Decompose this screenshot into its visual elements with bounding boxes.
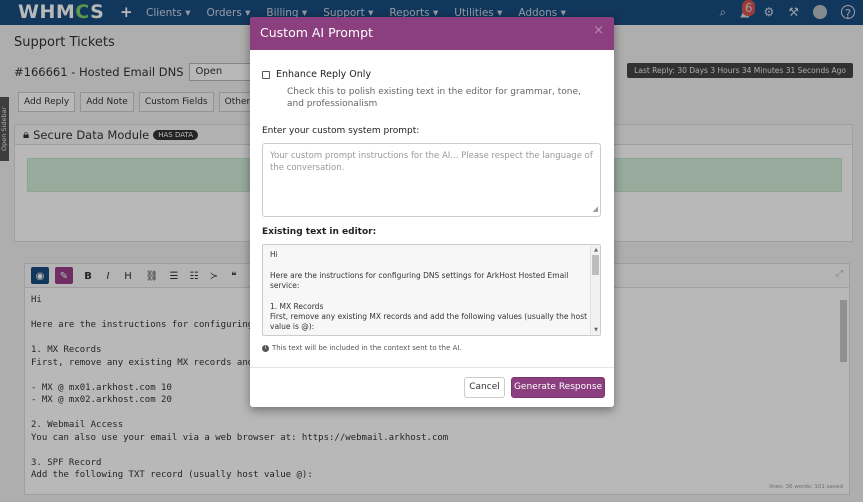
custom-ai-prompt-modal: Custom AI Prompt × Enhance Reply Only Ch… xyxy=(250,17,614,407)
prompt-placeholder: Your custom prompt instructions for the … xyxy=(270,151,593,173)
enhance-reply-help: Check this to polish existing text in th… xyxy=(287,87,581,109)
info-note-text: This text will be included in the contex… xyxy=(272,344,462,352)
enhance-reply-checkbox[interactable] xyxy=(262,70,270,79)
scroll-down-icon[interactable]: ▼ xyxy=(594,325,598,335)
existing-text-preview: Hi Here are the instructions for configu… xyxy=(262,244,601,336)
existing-text-scrollbar[interactable]: ▲ ▼ xyxy=(590,245,600,335)
modal-body: Enhance Reply Only Check this to polish … xyxy=(262,69,602,352)
resize-handle-icon[interactable]: ◢ xyxy=(593,203,598,215)
info-icon: i xyxy=(262,344,269,352)
context-info-note: i This text will be included in the cont… xyxy=(262,344,602,352)
scroll-thumb[interactable] xyxy=(592,255,599,275)
modal-header: Custom AI Prompt × xyxy=(250,17,614,50)
prompt-label: Enter your custom system prompt: xyxy=(262,126,420,136)
close-icon[interactable]: × xyxy=(593,23,604,38)
modal-footer: Cancel Generate Response xyxy=(250,367,614,407)
custom-prompt-textarea[interactable]: Your custom prompt instructions for the … xyxy=(262,143,601,217)
cancel-button[interactable]: Cancel xyxy=(464,377,505,398)
enhance-reply-row: Enhance Reply Only xyxy=(262,69,602,80)
modal-title: Custom AI Prompt xyxy=(260,25,373,40)
generate-response-button[interactable]: Generate Response xyxy=(511,377,605,398)
existing-text-label: Existing text in editor: xyxy=(262,227,377,237)
enhance-reply-label[interactable]: Enhance Reply Only xyxy=(276,69,371,80)
scroll-up-icon[interactable]: ▲ xyxy=(594,245,598,255)
